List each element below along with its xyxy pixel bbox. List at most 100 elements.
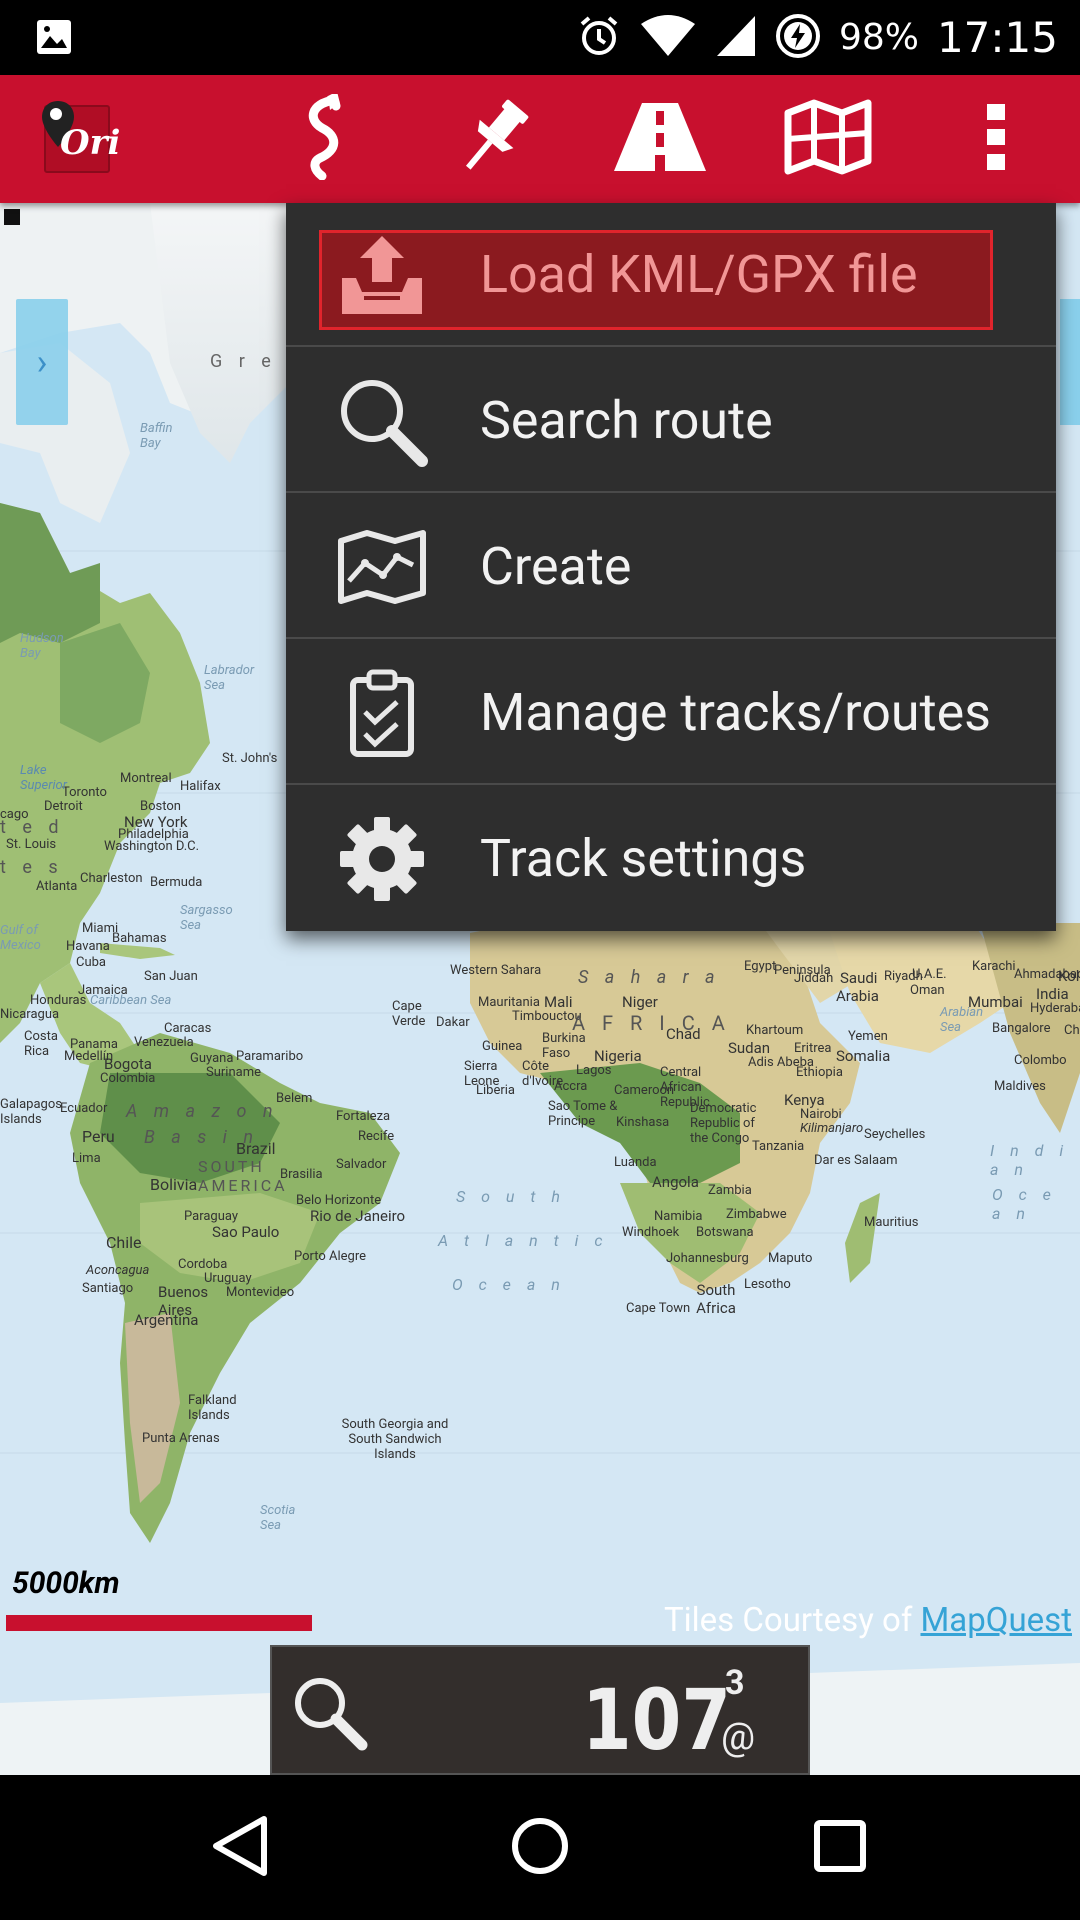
map-label: Johannesburg bbox=[666, 1251, 749, 1266]
map-button[interactable] bbox=[764, 75, 892, 203]
clipboard-check-icon bbox=[336, 667, 428, 759]
menu-item-label: Load KML/GPX file bbox=[480, 244, 918, 305]
map-label: Kilimanjaro bbox=[800, 1121, 864, 1136]
map-label: Western Sahara bbox=[450, 963, 542, 978]
status-bar: 98% 17:15 bbox=[0, 0, 1080, 75]
map-label: Niger bbox=[622, 993, 658, 1011]
map-label: Cape Town bbox=[626, 1301, 691, 1316]
overflow-menu-button[interactable] bbox=[932, 75, 1060, 203]
at-symbol: @ bbox=[721, 1715, 756, 1759]
map-label: Lesotho bbox=[744, 1277, 791, 1292]
map-label: Maputo bbox=[768, 1251, 813, 1266]
menu-item-label: Search route bbox=[480, 390, 773, 451]
map-label: Venezuela bbox=[134, 1035, 194, 1050]
map-label: Jiddah bbox=[794, 971, 834, 986]
map-label: Cameroon bbox=[614, 1083, 675, 1098]
map-label: Fortaleza bbox=[336, 1109, 391, 1124]
map-label: Ecuador bbox=[60, 1101, 108, 1116]
app-logo[interactable]: Ori bbox=[42, 101, 120, 173]
map-label: Guyana bbox=[190, 1051, 234, 1066]
map-label: A t l a n t i c bbox=[438, 1231, 609, 1250]
map-label: Atlanta bbox=[36, 879, 78, 894]
app-logo-text: Ori bbox=[60, 123, 121, 163]
map-label: Dakar bbox=[436, 1015, 470, 1030]
map-label: Toronto bbox=[62, 785, 107, 800]
road-icon bbox=[612, 101, 708, 177]
map-label: Caracas bbox=[164, 1021, 212, 1036]
map-label: Kol bbox=[1058, 967, 1080, 985]
map-attribution: Tiles Courtesy of MapQuest bbox=[664, 1601, 1072, 1640]
map-label: South Africa bbox=[696, 1281, 736, 1317]
map-label: Oman bbox=[910, 983, 945, 998]
battery-charging-icon bbox=[775, 13, 821, 63]
map-label: Paramaribo bbox=[236, 1049, 304, 1064]
map-label: O c e a n bbox=[452, 1275, 566, 1294]
map-label: Scotia Sea bbox=[260, 1503, 296, 1533]
map-label: Somalia bbox=[836, 1047, 891, 1065]
map-label: Chile bbox=[106, 1233, 142, 1252]
squiggle-path-icon bbox=[300, 91, 348, 184]
map-label: Falkland Islands bbox=[188, 1393, 237, 1423]
wifi-icon bbox=[639, 14, 697, 62]
map-label: Havana bbox=[66, 939, 110, 954]
menu-item-create[interactable]: Create bbox=[286, 495, 1056, 639]
map-label: Nicaragua bbox=[0, 1007, 60, 1022]
map-label: Seychelles bbox=[864, 1127, 926, 1142]
map-label: t e s bbox=[0, 857, 64, 878]
map-label: Saudi bbox=[840, 969, 878, 987]
search-icon[interactable] bbox=[290, 1673, 368, 1755]
map-label: Bolivia bbox=[150, 1175, 198, 1194]
map-label: Aconcagua bbox=[86, 1263, 150, 1278]
menu-item-manage-tracks[interactable]: Manage tracks/routes bbox=[286, 641, 1056, 785]
clock: 17:15 bbox=[936, 13, 1058, 62]
map-label: SOUTH AMERICA bbox=[198, 1157, 288, 1195]
app-toolbar: Ori bbox=[0, 75, 1080, 203]
back-button[interactable] bbox=[160, 1775, 320, 1920]
recents-square-icon bbox=[813, 1819, 867, 1877]
map-label: Cordoba bbox=[178, 1257, 228, 1272]
map-label: San Juan bbox=[144, 969, 198, 984]
gear-icon bbox=[336, 813, 428, 905]
map-label: A m a z o n bbox=[126, 1101, 279, 1122]
recents-button[interactable] bbox=[760, 1775, 920, 1920]
bottom-search-panel[interactable]: 107 3 @ bbox=[270, 1645, 810, 1775]
menu-item-track-settings[interactable]: Track settings bbox=[286, 787, 1056, 931]
map-label: Sargasso Sea bbox=[180, 903, 233, 933]
pushpin-icon bbox=[452, 95, 536, 183]
mapquest-link[interactable]: MapQuest bbox=[920, 1601, 1072, 1640]
map-label: Punta Arenas bbox=[142, 1431, 220, 1446]
battery-percent: 98% bbox=[838, 17, 919, 58]
map-scale-label: 5000km bbox=[12, 1566, 120, 1601]
map-label: South Georgia and South Sandwich Islands bbox=[341, 1417, 449, 1462]
map-label: Labrador Sea bbox=[204, 663, 255, 693]
menu-item-load-kml-gpx[interactable]: Load KML/GPX file bbox=[286, 203, 1056, 347]
map-label: Charleston bbox=[80, 871, 143, 886]
map-label: Mauritania bbox=[478, 995, 540, 1010]
road-button[interactable] bbox=[596, 75, 724, 203]
home-circle-icon bbox=[510, 1816, 570, 1880]
map-label: Ethiopia bbox=[796, 1065, 843, 1080]
left-drawer-tab[interactable]: › bbox=[16, 299, 68, 425]
home-button[interactable] bbox=[460, 1775, 620, 1920]
magnifier-icon bbox=[336, 375, 428, 467]
map-label: St. Louis bbox=[6, 837, 57, 852]
map-label: Belem bbox=[276, 1091, 313, 1106]
overflow-dropdown-menu: Load KML/GPX file Search route Create Ma… bbox=[286, 203, 1056, 931]
map-label: Halifax bbox=[180, 779, 221, 794]
pushpin-button[interactable] bbox=[430, 75, 558, 203]
menu-item-search-route[interactable]: Search route bbox=[286, 349, 1056, 493]
map-label: Detroit bbox=[44, 799, 83, 814]
map-label: Montreal bbox=[120, 771, 172, 786]
map-label: Hudson Bay bbox=[20, 631, 64, 661]
map-label: Guinea bbox=[482, 1039, 523, 1054]
map-label: t e d bbox=[0, 817, 65, 838]
attribution-text: Tiles Courtesy of bbox=[663, 1601, 913, 1640]
track-button[interactable] bbox=[260, 75, 388, 203]
map-label: Botswana bbox=[696, 1225, 754, 1240]
right-drawer-tab[interactable] bbox=[1060, 299, 1080, 425]
map-label: G r e bbox=[210, 351, 277, 372]
map-label: Gulf of Mexico bbox=[0, 923, 41, 953]
map-label: Galapagos Islands bbox=[0, 1097, 62, 1127]
system-nav-bar bbox=[0, 1775, 1080, 1920]
map-label: Suriname bbox=[206, 1065, 261, 1080]
